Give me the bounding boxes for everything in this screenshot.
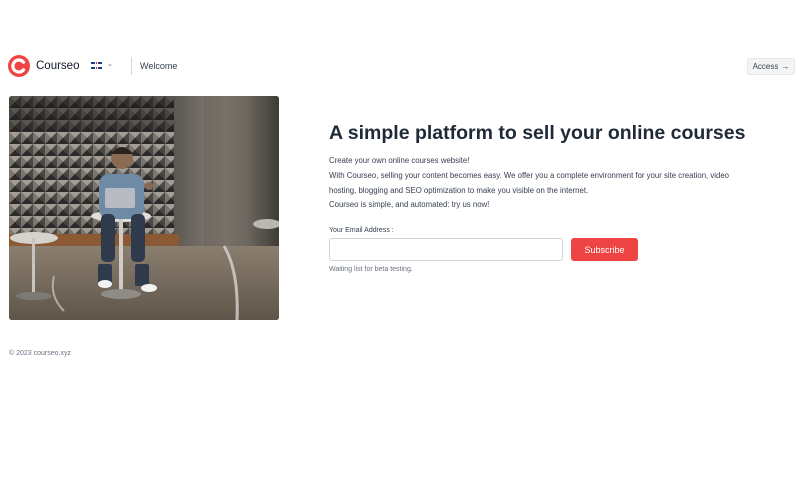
chevron-down-icon: ⌄ xyxy=(107,61,113,68)
description-line: With Courseo, selling your content becom… xyxy=(329,170,730,180)
description-line: hosting, blogging and SEO optimization t… xyxy=(329,185,589,195)
description: Create your own online courses website! … xyxy=(329,154,779,213)
arrow-right-icon: → xyxy=(781,62,790,71)
form-hint: Waiting list for beta testing. xyxy=(329,266,413,273)
footer-copyright: © 2023 courseo.xyz xyxy=(9,350,71,357)
uk-flag-icon xyxy=(91,62,102,69)
page-title: A simple platform to sell your online co… xyxy=(329,122,746,144)
courseo-logo-icon[interactable] xyxy=(8,55,30,77)
language-selector[interactable]: ⌄ xyxy=(91,61,115,73)
access-button-label: Access xyxy=(752,62,779,71)
description-line: Create your own online courses website! xyxy=(329,156,470,165)
description-line: Courseo is simple, and automated: try us… xyxy=(329,200,490,210)
access-button[interactable]: Access → xyxy=(747,58,795,75)
email-label: Your Email Address : xyxy=(329,227,394,234)
hero-image xyxy=(9,96,279,320)
header-divider xyxy=(131,57,132,75)
email-field[interactable] xyxy=(329,238,563,261)
brand-name[interactable]: Courseo xyxy=(36,60,79,72)
subscribe-button[interactable]: Subscribe xyxy=(571,238,638,261)
person-working-on-laptop-photo xyxy=(9,96,279,320)
nav-welcome-link[interactable]: Welcome xyxy=(140,61,177,71)
